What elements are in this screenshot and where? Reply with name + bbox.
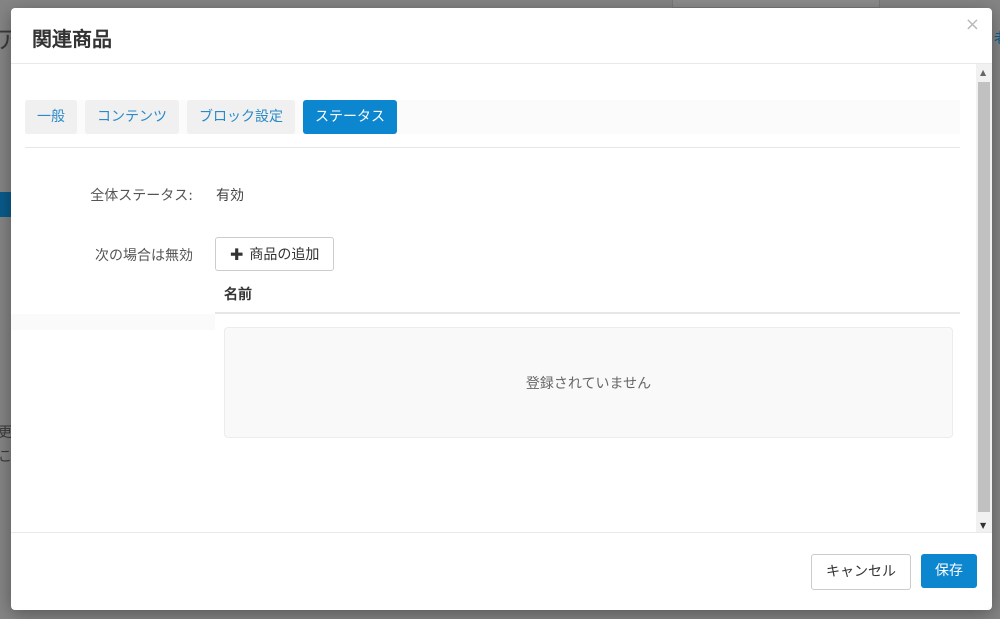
scroll-down-arrow-icon[interactable]: ▼ [980, 521, 986, 530]
modal-title: 関連商品 [32, 27, 112, 51]
background-box [672, 0, 880, 8]
tab-divider [25, 147, 960, 148]
overall-status-value: 有効 [216, 188, 244, 204]
save-button[interactable]: 保存 [921, 554, 977, 588]
background-text: 老 [994, 28, 1000, 48]
row-shade [11, 314, 215, 330]
scroll-thumb[interactable] [978, 82, 990, 512]
overall-status-label: 全体ステータス: [90, 188, 193, 204]
tab-bar: 一般 コンテンツ ブロック設定 ステータス [25, 100, 397, 134]
modal-body: 一般 コンテンツ ブロック設定 ステータス 全体ステータス: 有効 次の場合は無… [11, 64, 992, 532]
add-product-button[interactable]: ✚ 商品の追加 [215, 237, 335, 271]
background-accent-bar [0, 192, 11, 217]
empty-message: 登録されていません [525, 375, 652, 392]
close-icon[interactable]: × [965, 14, 980, 35]
scroll-up-arrow-icon[interactable]: ▲ [980, 68, 986, 77]
plus-icon: ✚ [230, 244, 244, 264]
modal-footer: キャンセル 保存 [11, 532, 992, 610]
empty-state: 登録されていません [224, 327, 953, 438]
cancel-button[interactable]: キャンセル [811, 554, 911, 590]
related-products-modal: 関連商品 × 一般 コンテンツ ブロック設定 ステータス 全体ステータス: 有効… [11, 8, 992, 610]
vertical-scrollbar[interactable]: ▲ ▼ [976, 64, 992, 532]
name-column-header: 名前 [224, 287, 252, 303]
tab-status[interactable]: ステータス [303, 100, 397, 134]
disabled-when-label: 次の場合は無効 [95, 248, 193, 264]
tab-block-settings[interactable]: ブロック設定 [187, 100, 295, 134]
modal-header: 関連商品 × [11, 8, 992, 64]
tab-content[interactable]: コンテンツ [85, 100, 179, 134]
column-divider [215, 312, 960, 314]
tab-general[interactable]: 一般 [25, 100, 77, 134]
add-product-label: 商品の追加 [249, 247, 320, 263]
